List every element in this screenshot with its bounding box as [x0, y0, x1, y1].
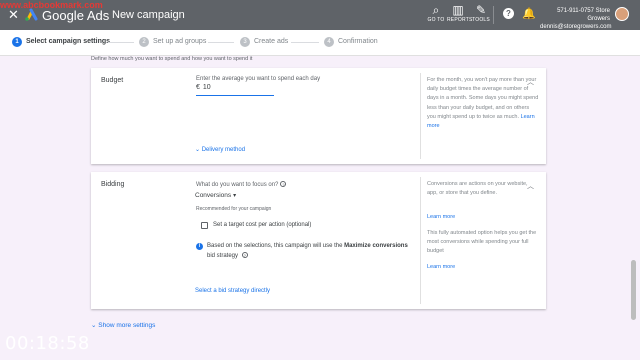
section-intro: Define how much you want to spend and ho…: [91, 56, 253, 62]
step-set-up-ad-groups[interactable]: 2 Set up ad groups: [139, 37, 206, 47]
step-connector: [108, 42, 134, 43]
help-icon[interactable]: ?: [503, 8, 514, 19]
video-timer: 00:18:58: [5, 333, 90, 354]
budget-title: Budget: [101, 77, 124, 84]
delivery-method-link[interactable]: ⌄ Delivery method: [195, 146, 245, 153]
reports-icon: ▥: [452, 3, 464, 17]
step-label: Set up ad groups: [153, 38, 207, 45]
step-number: 4: [324, 37, 334, 47]
reports-label: REPORTS: [447, 17, 473, 23]
step-create-ads[interactable]: 3 Create ads: [240, 37, 288, 47]
info-prefix: Based on the selections, this campaign w…: [207, 243, 343, 249]
bell-icon[interactable]: 🔔: [522, 7, 536, 20]
budget-value: 10: [202, 84, 211, 91]
help-icon[interactable]: ?: [241, 252, 248, 258]
info-strategy-name: Maximize conversions: [344, 243, 408, 249]
currency-symbol: €: [196, 84, 200, 91]
tools-label: TOOLS: [472, 17, 490, 23]
campaign-stepper: 1 Select campaign settings 2 Set up ad gro…: [0, 30, 640, 56]
step-select-campaign-settings[interactable]: 1 Select campaign settings: [12, 37, 110, 47]
focus-dropdown[interactable]: Conversions ▾: [195, 192, 236, 199]
collapse-chevron-icon[interactable]: ︿: [527, 77, 534, 87]
step-label: Create ads: [254, 38, 289, 45]
divider: [493, 6, 494, 24]
target-cpa-label: Set a target cost per action (optional): [213, 222, 312, 228]
step-confirmation[interactable]: 4 Confirmation: [324, 37, 378, 47]
bidding-learn-more-link-1[interactable]: Learn more: [427, 213, 539, 222]
reports-button[interactable]: ▥ REPORTS: [447, 3, 473, 24]
watermark: www.abcbookmark.com: [0, 0, 103, 10]
show-more-label: Show more settings: [98, 322, 156, 329]
focus-selected-value: Conversions: [195, 192, 232, 199]
bidding-title: Bidding: [101, 181, 125, 188]
app-name: Google Ads: [42, 8, 110, 23]
search-icon: ⌕: [432, 3, 440, 17]
caret-down-icon: ▾: [233, 193, 237, 199]
bidding-learn-more-link-2[interactable]: Learn more: [427, 263, 539, 272]
budget-input[interactable]: €10: [196, 84, 274, 96]
tools-button[interactable]: ✎ TOOLS: [470, 3, 492, 24]
wrench-icon: ✎: [475, 3, 487, 17]
avatar[interactable]: [615, 7, 629, 21]
scrollbar[interactable]: [631, 260, 636, 320]
chevron-down-icon: ⌄: [195, 147, 201, 153]
info-suffix: bid strategy: [207, 253, 239, 259]
divider: [420, 73, 421, 159]
help-icon[interactable]: ?: [280, 181, 287, 187]
bidding-help-text-1: Conversions are actions on your website,…: [427, 181, 528, 197]
budget-field-label: Enter the average you want to spend each…: [196, 76, 321, 82]
bidding-question: What do you want to focus on??: [196, 181, 287, 188]
account-info[interactable]: 571-911-0757 Store Growers dennis@storeg…: [540, 7, 611, 31]
delivery-method-label: Delivery method: [201, 147, 246, 153]
bid-strategy-info: Based on the selections, this campaign w…: [207, 241, 412, 261]
budget-help-text: For the month, you won't pay more than y…: [427, 76, 539, 131]
bidding-card: Bidding What do you want to focus on?? C…: [91, 172, 546, 309]
collapse-chevron-icon[interactable]: ︿: [527, 181, 534, 191]
goto-label: GO TO: [427, 17, 445, 23]
bidding-question-text: What do you want to focus on?: [196, 182, 279, 188]
goto-button[interactable]: ⌕ GO TO: [425, 3, 447, 24]
divider: [420, 177, 421, 304]
step-connector: [208, 42, 234, 43]
target-cpa-checkbox[interactable]: [201, 222, 208, 229]
bidding-help-text-2: This fully automated option helps you ge…: [427, 230, 537, 255]
select-bid-strategy-link[interactable]: Select a bid strategy directly: [195, 288, 270, 294]
step-connector: [291, 42, 319, 43]
step-label: Confirmation: [338, 38, 378, 45]
step-label: Select campaign settings: [26, 38, 111, 45]
chevron-down-icon: ⌄: [91, 322, 97, 329]
info-icon: i: [196, 243, 203, 250]
account-phone: 571-911-0757 Store Growers: [557, 8, 610, 22]
breadcrumb: New campaign: [112, 9, 185, 21]
step-number: 3: [240, 37, 250, 47]
step-number: 2: [139, 37, 149, 47]
show-more-settings-link[interactable]: ⌄ Show more settings: [91, 321, 155, 329]
recommended-note: Recommended for your campaign: [196, 206, 272, 212]
budget-card: Budget Enter the average you want to spe…: [91, 68, 546, 164]
step-number: 1: [12, 37, 22, 47]
